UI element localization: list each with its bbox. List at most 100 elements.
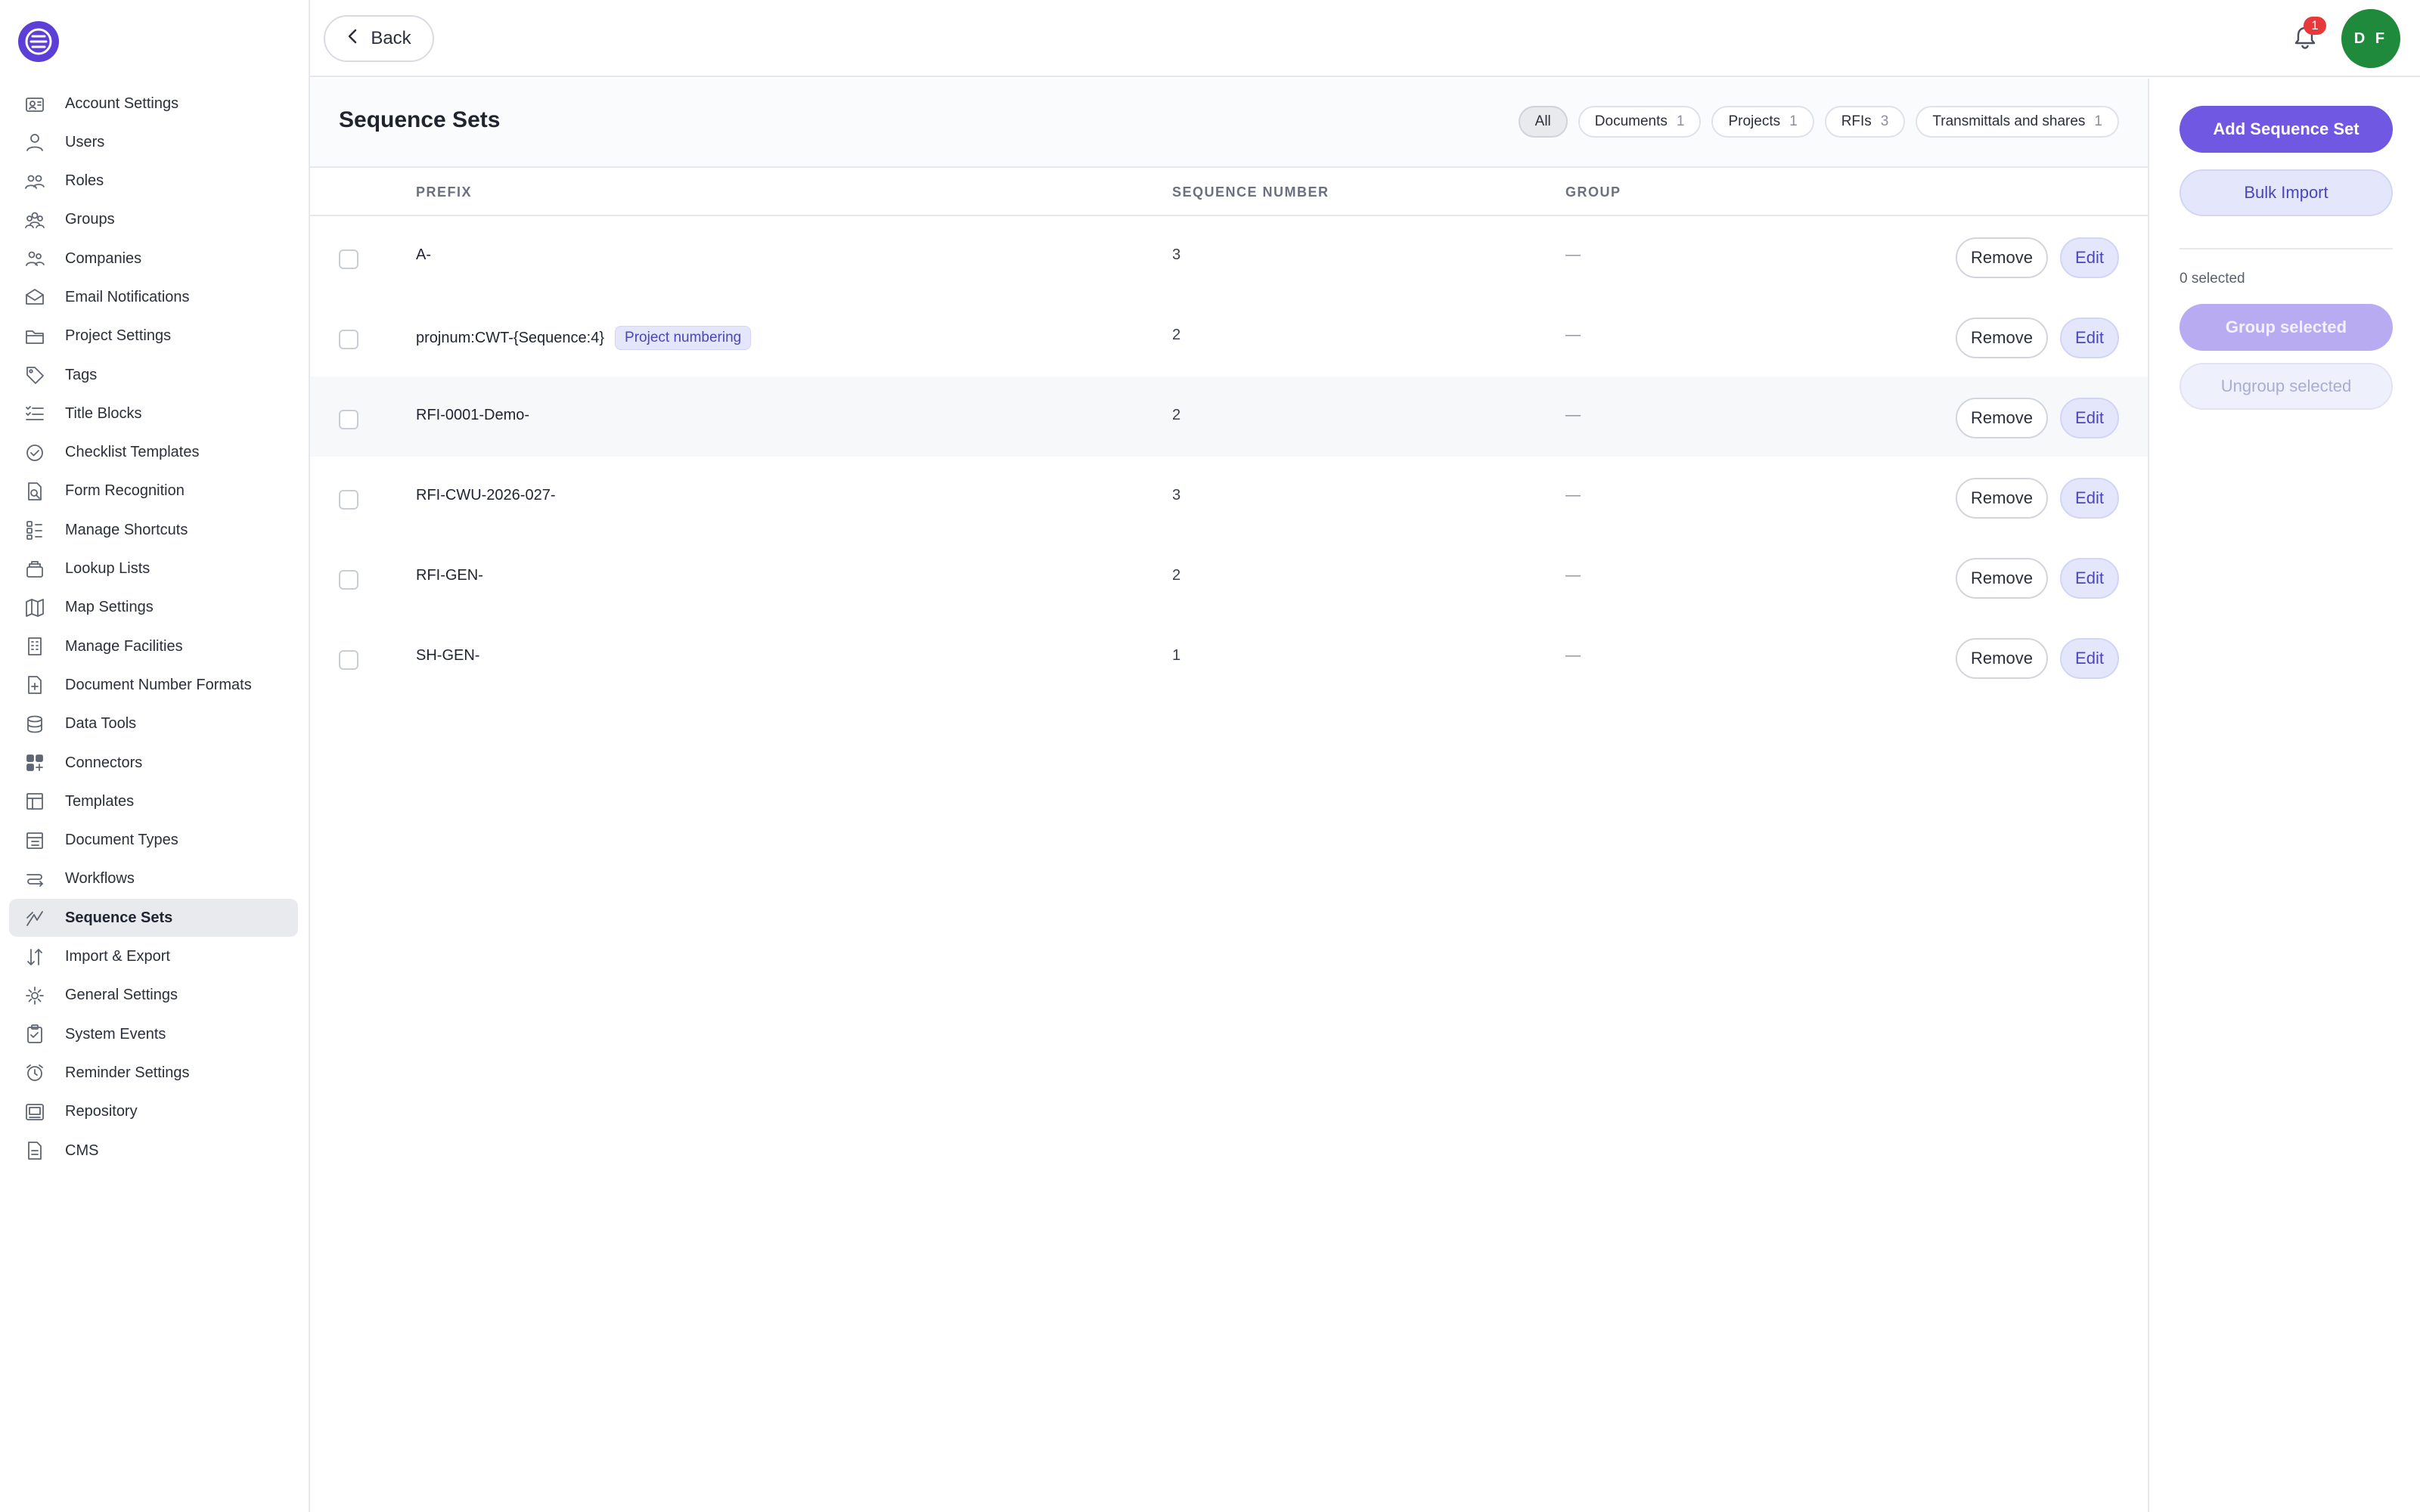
add-sequence-set-button[interactable]: Add Sequence Set [2180,106,2393,153]
back-label: Back [371,28,411,48]
sidebar-nav: Account Settings Users Roles Groups Companie… [9,85,298,1170]
sidebar-item-users[interactable]: Users [9,123,298,161]
edit-button[interactable]: Edit [2060,558,2119,599]
row-checkbox[interactable] [339,249,358,269]
table-row[interactable]: projnum:CWT-{Sequence:4} Project numberin… [310,296,2148,376]
remove-button[interactable]: Remove [1956,558,2048,599]
sidebar-item-connectors[interactable]: Connectors [9,744,298,782]
row-checkbox[interactable] [339,490,358,510]
top-header: Back 1 D F [310,0,2420,77]
sidebar-item-label: Tags [65,366,98,383]
sidebar-item-checklist-templates[interactable]: Checklist Templates [9,434,298,472]
divider [2180,248,2393,249]
sidebar-item-account-settings[interactable]: Account Settings [9,85,298,122]
email-icon [23,285,47,309]
import-export-icon [23,945,47,969]
remove-button[interactable]: Remove [1956,398,2048,438]
alarm-icon [23,1061,47,1085]
filter-chip-all[interactable]: All [1518,106,1568,138]
ungroup-selected-button[interactable]: Ungroup selected [2180,363,2393,410]
connectors-icon [23,751,47,775]
sidebar-item-lookup-lists[interactable]: Lookup Lists [9,550,298,588]
edit-button[interactable]: Edit [2060,638,2119,679]
sidebar-item-general-settings[interactable]: General Settings [9,977,298,1015]
sidebar-item-roles[interactable]: Roles [9,163,298,200]
repository-icon [23,1100,47,1124]
sequence-number-cell: 3 [1172,246,1181,263]
sidebar-item-reminder-settings[interactable]: Reminder Settings [9,1054,298,1092]
table-row[interactable]: RFI-CWU-2026-027- 3 — Remove Edit [310,457,2148,537]
group-cell: — [1565,567,1581,584]
group-cell: — [1565,327,1581,343]
sidebar-item-label: Document Types [65,832,178,849]
back-button[interactable]: Back [324,15,434,62]
column-prefix[interactable]: PREFIX [416,184,472,200]
filter-chip-label: Projects [1728,113,1781,129]
lookup-icon [23,557,47,581]
sidebar-item-title-blocks[interactable]: Title Blocks [9,395,298,432]
sidebar-item-repository[interactable]: Repository [9,1093,298,1131]
prefix-text: RFI-0001-Demo- [416,407,530,423]
sidebar-item-import-export[interactable]: Import & Export [9,938,298,976]
filter-chip-label: RFIs [1841,113,1872,129]
sidebar-item-data-tools[interactable]: Data Tools [9,705,298,743]
sidebar-item-label: Connectors [65,754,143,771]
remove-button[interactable]: Remove [1956,318,2048,358]
edit-button[interactable]: Edit [2060,237,2119,278]
sidebar-item-companies[interactable]: Companies [9,240,298,277]
column-sequence-number[interactable]: SEQUENCE NUMBER [1172,184,1329,200]
sidebar-item-project-settings[interactable]: Project Settings [9,318,298,355]
column-group[interactable]: GROUP [1565,184,1621,200]
user-avatar[interactable]: D F [2341,9,2400,68]
edit-button[interactable]: Edit [2060,398,2119,438]
table-row[interactable]: RFI-GEN- 2 — Remove Edit [310,537,2148,617]
sidebar-item-document-types[interactable]: Document Types [9,822,298,860]
filter-chip-transmittals-and-shares[interactable]: Transmittals and shares 1 [1916,106,2119,138]
filter-chip-rfis[interactable]: RFIs 3 [1824,106,1906,138]
row-checkbox[interactable] [339,570,358,590]
remove-button[interactable]: Remove [1956,638,2048,679]
sidebar-item-workflows[interactable]: Workflows [9,860,298,898]
building-icon [23,634,47,658]
remove-button[interactable]: Remove [1956,237,2048,278]
sidebar-item-label: Users [65,133,105,150]
edit-button[interactable]: Edit [2060,478,2119,519]
sidebar-item-cms[interactable]: CMS [9,1132,298,1170]
group-cell: — [1565,407,1581,423]
sidebar-item-system-events[interactable]: System Events [9,1015,298,1053]
filter-chip-count: 3 [1880,113,1889,129]
sidebar-item-groups[interactable]: Groups [9,201,298,239]
companies-icon [23,246,47,271]
sidebar-item-templates[interactable]: Templates [9,782,298,820]
remove-button[interactable]: Remove [1956,478,2048,519]
sidebar-item-manage-shortcuts[interactable]: Manage Shortcuts [9,511,298,549]
prefix-text: RFI-GEN- [416,567,483,584]
sidebar-item-manage-facilities[interactable]: Manage Facilities [9,627,298,665]
sidebar-item-form-recognition[interactable]: Form Recognition [9,472,298,510]
row-checkbox[interactable] [339,330,358,349]
filter-chip-documents[interactable]: Documents 1 [1578,106,1702,138]
table-row[interactable]: RFI-0001-Demo- 2 — Remove Edit [310,376,2148,457]
check-circle-icon [23,441,47,465]
sidebar-item-label: Templates [65,792,135,810]
row-checkbox[interactable] [339,650,358,670]
table-row[interactable]: A- 3 — Remove Edit [310,216,2148,296]
template-icon [23,789,47,813]
sidebar-item-tags[interactable]: Tags [9,356,298,394]
sequence-number-cell: 3 [1172,487,1181,503]
filter-chip-projects[interactable]: Projects 1 [1711,106,1814,138]
sidebar-item-email-notifications[interactable]: Email Notifications [9,278,298,316]
sidebar-item-map-settings[interactable]: Map Settings [9,589,298,627]
group-selected-button[interactable]: Group selected [2180,304,2393,351]
app-logo-icon[interactable] [18,21,59,62]
prefix-text: RFI-CWU-2026-027- [416,487,556,503]
table-row[interactable]: SH-GEN- 1 — Remove Edit [310,617,2148,697]
table-header: PREFIX SEQUENCE NUMBER GROUP [310,168,2148,216]
row-checkbox[interactable] [339,410,358,429]
prefix-cell: A- [416,246,431,264]
sidebar-item-sequence-sets[interactable]: Sequence Sets [9,899,298,937]
edit-button[interactable]: Edit [2060,318,2119,358]
bulk-import-button[interactable]: Bulk Import [2180,169,2393,216]
sidebar: Account Settings Users Roles Groups Companie… [0,0,310,1512]
sidebar-item-document-number-formats[interactable]: Document Number Formats [9,666,298,704]
